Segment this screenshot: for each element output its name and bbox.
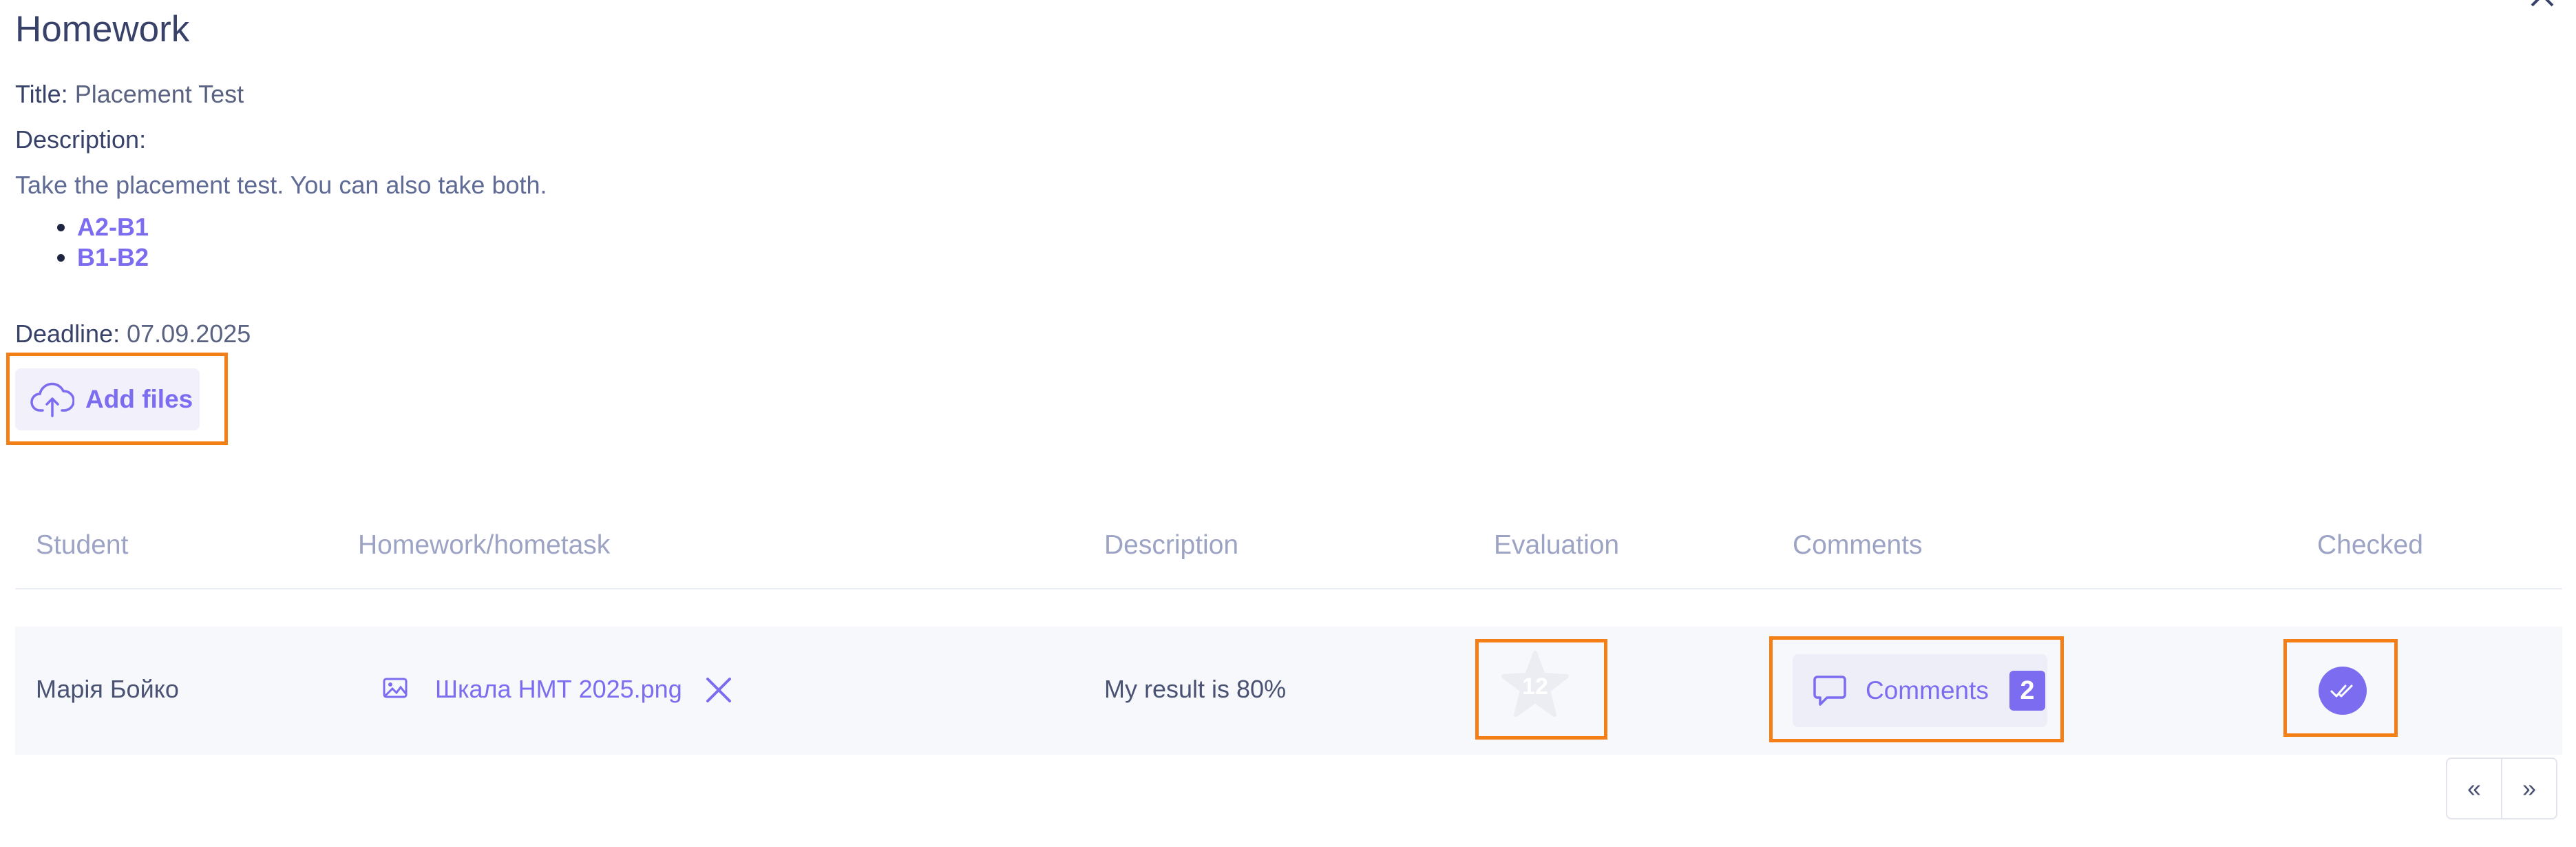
comments-count-badge: 2 bbox=[2009, 671, 2045, 711]
header-comments: Comments bbox=[1793, 530, 1923, 560]
prev-page-button[interactable]: « bbox=[2447, 759, 2501, 818]
next-page-button[interactable]: » bbox=[2501, 759, 2556, 818]
header-homework: Homework/hometask bbox=[358, 530, 611, 560]
title-label: Title: bbox=[15, 80, 68, 108]
close-button[interactable] bbox=[2525, 0, 2566, 12]
evaluation-score: 12 bbox=[1522, 673, 1548, 700]
student-name: Марія Бойко bbox=[36, 675, 179, 703]
homework-file-link[interactable]: Шкала НМТ 2025.png bbox=[435, 673, 682, 705]
deadline-label: Deadline: bbox=[15, 320, 120, 348]
image-icon bbox=[383, 678, 408, 702]
link-a2-b1[interactable]: A2-B1 bbox=[77, 213, 149, 241]
double-check-icon bbox=[2330, 684, 2353, 698]
description-text: Take the placement test. You can also ta… bbox=[15, 171, 547, 199]
header-divider bbox=[15, 588, 2562, 589]
add-files-label: Add files bbox=[85, 385, 193, 413]
close-icon bbox=[706, 678, 731, 702]
row-description: My result is 80% bbox=[1104, 675, 1287, 703]
cloud-upload-icon bbox=[30, 382, 74, 417]
link-b1-b2[interactable]: B1-B2 bbox=[77, 243, 149, 271]
modal-title: Homework bbox=[15, 9, 190, 50]
checked-toggle[interactable] bbox=[2319, 667, 2367, 715]
header-student: Student bbox=[36, 530, 129, 560]
pagination: « » bbox=[2446, 757, 2557, 819]
header-evaluation: Evaluation bbox=[1494, 530, 1620, 560]
comments-button[interactable]: Comments 2 bbox=[1793, 654, 2047, 727]
links-list: A2-B1 B1-B2 bbox=[0, 212, 149, 273]
close-icon bbox=[2531, 0, 2554, 7]
title-field: Title: Placement Test bbox=[15, 79, 244, 110]
speech-bubble-icon bbox=[1813, 676, 1846, 706]
description-label: Description: bbox=[15, 125, 147, 154]
remove-file-button[interactable] bbox=[705, 676, 732, 707]
title-value: Placement Test bbox=[74, 80, 244, 108]
list-item: A2-B1 bbox=[77, 212, 149, 242]
comments-label: Comments bbox=[1866, 676, 1989, 704]
header-checked: Checked bbox=[2317, 530, 2423, 560]
add-files-button[interactable]: Add files bbox=[15, 368, 200, 430]
list-item: B1-B2 bbox=[77, 242, 149, 273]
deadline-value: 07.09.2025 bbox=[127, 320, 251, 348]
deadline-field: Deadline: 07.09.2025 bbox=[15, 318, 251, 350]
header-description: Description bbox=[1104, 530, 1239, 560]
evaluation-star[interactable]: 12 bbox=[1499, 649, 1571, 720]
